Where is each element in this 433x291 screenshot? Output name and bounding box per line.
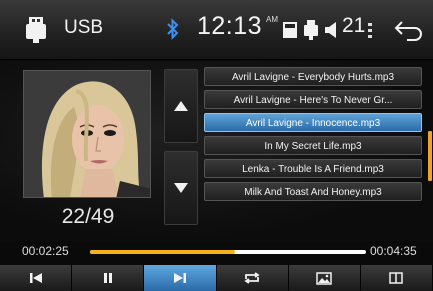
progress-row: 00:02:25 00:04:35 (0, 243, 433, 263)
pause-button[interactable] (72, 265, 145, 291)
bluetooth-icon (167, 18, 179, 40)
elapsed-time: 00:02:25 (22, 244, 69, 258)
split-view-icon (389, 272, 404, 284)
split-view-button[interactable] (360, 265, 433, 291)
playlist-item[interactable]: Lenka - Trouble Is A Friend.mp3 (204, 159, 422, 178)
status-bar: USB 12:13 AM 21 (0, 0, 433, 60)
repeat-button[interactable] (216, 265, 289, 291)
playlist-item[interactable]: Avril Lavigne - Here's To Never Gr... (204, 90, 422, 109)
playlist: Avril Lavigne - Everybody Hurts.mp3 Avri… (204, 67, 422, 205)
playlist-item[interactable]: Avril Lavigne - Everybody Hurts.mp3 (204, 67, 422, 86)
total-time: 00:04:35 (370, 244, 417, 258)
image-button[interactable] (288, 265, 361, 291)
usb-icon (26, 17, 46, 43)
triangle-up-icon (174, 101, 188, 111)
album-art (23, 70, 151, 198)
playlist-item[interactable]: In My Secret Life.mp3 (204, 136, 422, 155)
triangle-down-icon (174, 183, 188, 193)
next-track-icon (173, 273, 186, 283)
speaker-icon (325, 22, 336, 38)
sd-card-icon (283, 22, 297, 38)
playlist-scrollbar[interactable] (428, 131, 432, 181)
playlist-item-selected[interactable]: Avril Lavigne - Innocence.mp3 (204, 113, 422, 132)
clock: 12:13 (197, 12, 263, 40)
track-position: 22/49 (61, 205, 115, 228)
pause-icon (103, 273, 112, 283)
scroll-down-button[interactable] (164, 151, 198, 225)
scroll-up-button[interactable] (164, 69, 198, 143)
playlist-item[interactable]: Milk And Toast And Honey.mp3 (204, 182, 422, 201)
source-label: USB (64, 17, 104, 38)
next-button[interactable] (144, 265, 217, 291)
control-bar (0, 265, 433, 291)
previous-button[interactable] (0, 265, 73, 291)
progress-fill (90, 250, 236, 254)
repeat-icon (244, 272, 260, 284)
clock-ampm: AM (266, 15, 278, 24)
back-icon[interactable] (393, 19, 423, 41)
progress-bar[interactable] (90, 250, 366, 254)
signal-icon (368, 23, 372, 38)
usb-status-icon (304, 20, 318, 40)
player-main: 22/49 Avril Lavigne - Everybody Hurts.mp… (0, 61, 433, 241)
album-art-image (24, 71, 150, 197)
volume-level: 21 (342, 14, 366, 37)
image-icon (316, 271, 333, 285)
previous-track-icon (29, 273, 42, 283)
